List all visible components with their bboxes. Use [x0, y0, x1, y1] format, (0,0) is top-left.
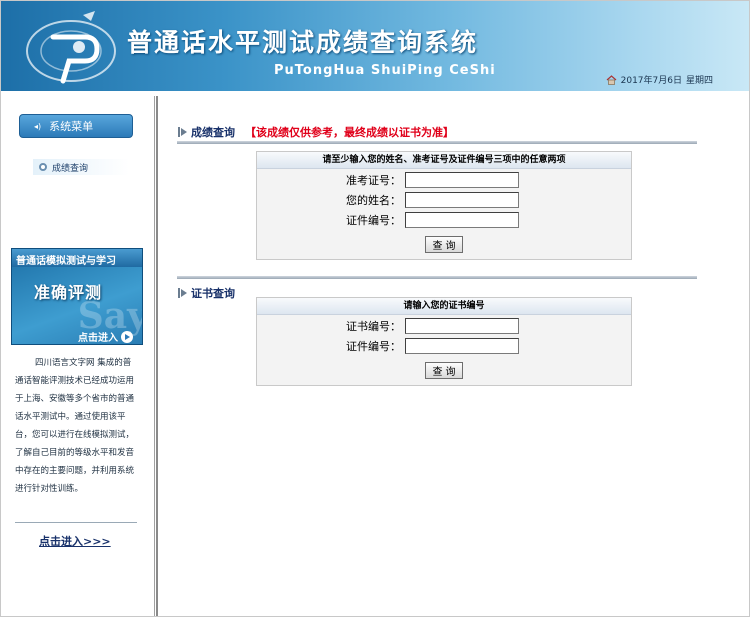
enter-link[interactable]: 点击进入>>>	[39, 533, 111, 549]
promo-description: 四川语言文字网 集成的普通话智能评测技术已经成功运用于上海、安徽等多个省市的普通…	[15, 358, 135, 494]
cert-id-number-input[interactable]	[405, 338, 519, 354]
date-display: 2017年7月6日 星期四	[606, 73, 713, 86]
cert-query-heading: 证书查询	[178, 285, 235, 301]
section-arrow-icon	[178, 127, 187, 137]
home-icon	[606, 74, 617, 85]
speaker-icon: ◂)	[34, 121, 42, 131]
section-divider	[177, 141, 697, 144]
score-query-button[interactable]: 查询	[425, 236, 463, 253]
system-menu-button[interactable]: ◂) 系统菜单	[19, 114, 133, 138]
cert-query-title: 证书查询	[191, 287, 235, 300]
field-row: 证件编号：	[337, 338, 519, 354]
app-title: 普通话水平测试成绩查询系统	[127, 28, 479, 57]
id-number-input[interactable]	[405, 212, 519, 228]
promo-link-label: 点击进入	[78, 333, 118, 344]
header-banner: 普通话水平测试成绩查询系统 PuTongHua ShuiPing CeShi 2…	[1, 1, 749, 91]
id-number-label: 证件编号：	[346, 214, 401, 227]
section-divider	[177, 276, 697, 279]
promo-banner[interactable]: 普通话模拟测试与学习 Say 准确评测 点击进入	[11, 248, 143, 345]
date-text: 2017年7月6日	[620, 76, 682, 86]
field-row: 您的姓名：	[337, 192, 519, 208]
promo-enter-link[interactable]: 点击进入	[78, 329, 133, 344]
score-query-form: 请至少输入您的姓名、准考证号及证件编号三项中的任意两项 准考证号： 您的姓名： …	[256, 151, 632, 260]
sidebar-item-label: 成绩查询	[52, 163, 89, 174]
field-row: 证件编号：	[337, 212, 519, 228]
sidebar: ◂) 系统菜单 成绩查询 普通话模拟测试与学习 Say 准确评测 点击进入 四川…	[1, 92, 153, 616]
score-query-title: 成绩查询	[191, 126, 235, 139]
main-content: 成绩查询 【该成绩仅供参考，最终成绩以证书为准】 请至少输入您的姓名、准考证号及…	[160, 92, 748, 616]
promo-top-text: 普通话模拟测试与学习	[12, 249, 142, 267]
name-input[interactable]	[405, 192, 519, 208]
cert-query-form: 请输入您的证书编号 证书编号： 证件编号： 查询	[256, 297, 632, 386]
sidebar-item-score-query[interactable]: 成绩查询	[33, 159, 129, 175]
play-icon	[121, 330, 133, 343]
field-row: 证书编号：	[337, 318, 519, 334]
cert-number-input[interactable]	[405, 318, 519, 334]
promo-main-text: 准确评测	[34, 283, 103, 302]
score-notice: 【该成绩仅供参考，最终成绩以证书为准】	[245, 126, 454, 139]
vertical-separator	[154, 96, 159, 616]
section-arrow-icon	[178, 288, 187, 298]
cert-id-number-label: 证件编号：	[346, 340, 401, 353]
sidebar-divider	[15, 522, 137, 523]
name-label: 您的姓名：	[346, 194, 401, 207]
app-subtitle: PuTongHua ShuiPing CeShi	[274, 63, 496, 78]
weekday-text: 星期四	[685, 76, 713, 86]
cert-query-button[interactable]: 查询	[425, 362, 463, 379]
cert-number-label: 证书编号：	[346, 320, 401, 333]
score-form-caption: 请至少输入您的姓名、准考证号及证件编号三项中的任意两项	[257, 152, 631, 169]
logo	[26, 11, 116, 84]
system-menu-label: 系统菜单	[49, 120, 94, 133]
cert-form-caption: 请输入您的证书编号	[257, 298, 631, 315]
bullet-icon	[39, 163, 47, 171]
field-row: 准考证号：	[337, 172, 519, 188]
exam-number-label: 准考证号：	[346, 174, 401, 187]
exam-number-input[interactable]	[405, 172, 519, 188]
score-query-heading: 成绩查询 【该成绩仅供参考，最终成绩以证书为准】	[178, 124, 454, 140]
